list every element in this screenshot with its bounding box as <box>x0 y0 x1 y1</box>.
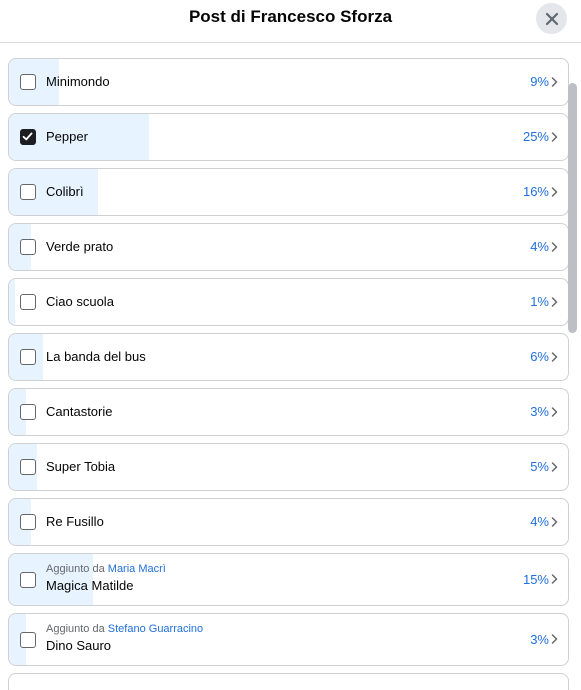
option-label: Verde prato <box>46 239 114 254</box>
option-checkbox[interactable] <box>20 631 36 648</box>
vote-percent: 5% <box>530 459 549 474</box>
option-label: La banda del bus <box>46 349 146 364</box>
option-label: Super Tobia <box>46 459 116 474</box>
chevron-right-icon <box>551 296 558 307</box>
vote-percent: 1% <box>530 294 549 309</box>
added-by-prefix: Aggiunto da <box>46 563 105 575</box>
chevron-right-icon <box>551 131 558 142</box>
scrollbar-thumb[interactable] <box>568 83 577 333</box>
chevron-right-icon <box>551 574 558 584</box>
chevron-right-icon <box>551 406 558 417</box>
vote-percent-link[interactable]: 3% <box>530 632 558 647</box>
poll-option[interactable]: Aggiunto da Maria Macrì Magica Matilde 15% <box>8 553 569 606</box>
vote-percent-link[interactable]: 9% <box>530 74 558 89</box>
vote-percent-link[interactable]: 25% <box>523 129 558 144</box>
option-checkbox[interactable] <box>20 184 36 200</box>
close-button[interactable] <box>536 3 567 34</box>
chevron-right-icon <box>551 76 558 87</box>
vote-percent-link[interactable]: 1% <box>530 294 558 309</box>
vote-percent: 3% <box>530 631 549 647</box>
dialog-title: Post di Francesco Sforza <box>188 7 393 26</box>
chevron-right-icon <box>551 351 558 362</box>
vote-percent-link[interactable]: 6% <box>530 349 558 364</box>
scrollbar <box>568 43 578 690</box>
vote-percent: 4% <box>530 239 549 254</box>
option-checkbox[interactable] <box>20 404 36 420</box>
option-checkbox[interactable] <box>20 239 36 255</box>
vote-percent-link[interactable]: 4% <box>530 239 558 254</box>
vote-percent-link[interactable]: 4% <box>530 514 558 529</box>
poll-option[interactable]: Pepper 25% <box>8 113 569 161</box>
vote-percent: 16% <box>522 184 549 199</box>
poll-option[interactable]: Verde prato 4% <box>8 223 569 271</box>
chevron-right-icon <box>551 634 558 644</box>
vote-percent-link[interactable]: 15% <box>523 572 558 587</box>
option-checkbox[interactable] <box>20 349 36 365</box>
option-label: Cantastorie <box>46 404 113 419</box>
option-checkbox[interactable] <box>20 294 36 310</box>
vote-percent-link[interactable]: 3% <box>530 404 558 419</box>
vote-percent: 4% <box>530 514 549 529</box>
vote-percent: 25% <box>522 129 549 144</box>
option-checkbox[interactable] <box>20 459 36 475</box>
added-by-line: Aggiunto da Maria Macrì <box>46 563 166 575</box>
option-checkbox[interactable] <box>20 129 36 145</box>
vote-percent-link[interactable]: 16% <box>523 184 558 199</box>
option-label: Colibrì <box>46 184 84 199</box>
added-by-line: Aggiunto da Stefano Guarracino <box>46 623 203 635</box>
option-label: Re Fusillo <box>46 514 104 529</box>
close-icon <box>545 12 558 25</box>
poll-option[interactable]: Minimondo 9% <box>8 58 569 106</box>
vote-share-bar <box>9 279 15 325</box>
poll-option[interactable]: La banda del bus 6% <box>8 333 569 381</box>
added-by-user-link[interactable]: Stefano Guarracino <box>108 623 203 635</box>
dialog-header: Post di Francesco Sforza <box>0 0 581 43</box>
vote-percent: 9% <box>530 74 549 89</box>
chevron-right-icon <box>551 186 558 197</box>
option-checkbox[interactable] <box>20 514 36 530</box>
poll-option[interactable]: Re Fusillo 4% <box>8 498 569 546</box>
checkmark-icon <box>22 132 33 141</box>
option-label: Dino Sauro <box>46 638 112 653</box>
poll-option-partial[interactable] <box>8 673 569 690</box>
vote-percent: 3% <box>530 404 549 419</box>
option-label: Minimondo <box>46 74 110 89</box>
option-label: Ciao scuola <box>46 294 114 309</box>
poll-option[interactable]: Cantastorie 3% <box>8 388 569 436</box>
poll-option[interactable]: Aggiunto da Stefano Guarracino Dino Sauro… <box>8 613 569 666</box>
chevron-right-icon <box>551 241 558 252</box>
poll-dialog: Post di Francesco Sforza Minimondo 9% Pepp… <box>0 0 581 690</box>
vote-percent: 6% <box>530 349 549 364</box>
poll-options-list: Minimondo 9% Pepper 25% Colibrì 16% Verde prat… <box>0 43 581 690</box>
chevron-right-icon <box>551 516 558 527</box>
option-checkbox[interactable] <box>20 571 36 588</box>
option-label: Pepper <box>46 129 88 144</box>
poll-option[interactable]: Super Tobia 5% <box>8 443 569 491</box>
option-label: Magica Matilde <box>46 578 134 593</box>
added-by-user-link[interactable]: Maria Macrì <box>108 563 166 575</box>
vote-percent-link[interactable]: 5% <box>530 459 558 474</box>
chevron-right-icon <box>551 461 558 472</box>
vote-percent: 15% <box>522 571 549 587</box>
poll-option[interactable]: Ciao scuola 1% <box>8 278 569 326</box>
added-by-prefix: Aggiunto da <box>46 623 105 635</box>
poll-option[interactable]: Colibrì 16% <box>8 168 569 216</box>
option-checkbox[interactable] <box>20 74 36 90</box>
